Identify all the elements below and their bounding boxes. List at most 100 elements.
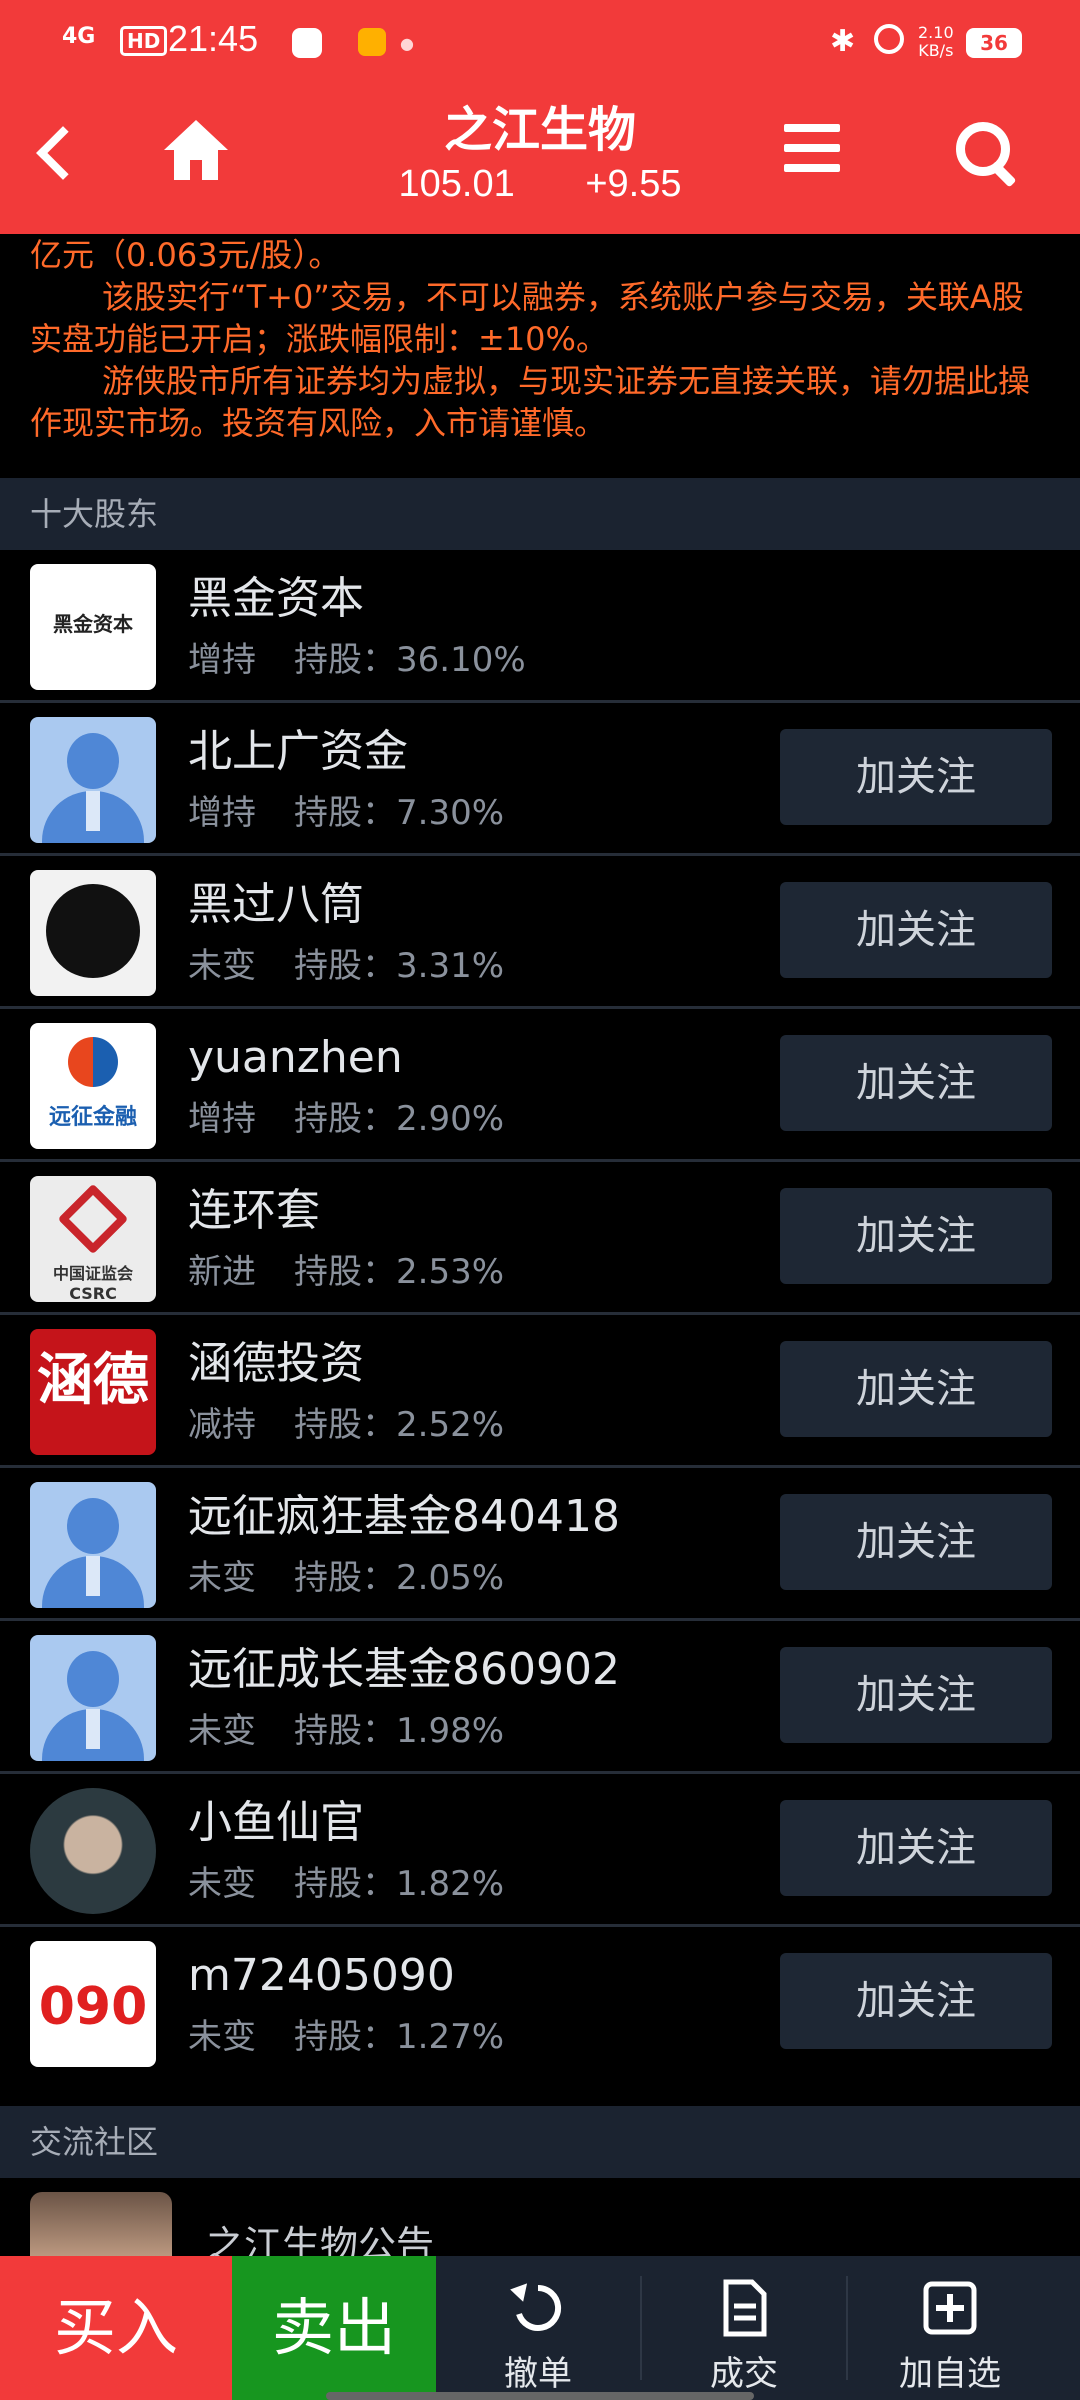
holding-change: 未变 [188,1558,256,1598]
follow-button[interactable]: 加关注 [780,1341,1052,1437]
top-bar: 4G HD 21:45 ● ✱ 2.10 KB/s 36 之江生物 105.01… [0,0,1080,234]
shareholder-row[interactable]: 中国证监会 CSRC 连环套 新进 持股：2.53% 加关注 [0,1162,1080,1315]
yuanzheng-logo-avatar: 远征金融 [30,1023,156,1149]
shareholders-section-header: 十大股东 [0,478,1080,550]
stock-header: 之江生物 105.01 +9.55 [340,100,740,208]
holding-percent: 2.05% [396,1558,505,1598]
battery-indicator: 36 [966,28,1022,58]
follow-button[interactable]: 加关注 [780,1494,1052,1590]
holding-percent: 2.90% [396,1099,505,1139]
notice-line-2: 该股实行“T+0”交易，不可以融券，系统账户参与交易，关联A股实盘功能已开启；涨… [30,278,1024,358]
shareholder-row[interactable]: 远征疯狂基金840418 未变 持股：2.05% 加关注 [0,1468,1080,1621]
holding-percent: 1.82% [396,1864,505,1904]
shareholder-row[interactable]: 远征成长基金860902 未变 持股：1.98% 加关注 [0,1621,1080,1774]
shareholder-list: 黑金资本 黑金资本 增持 持股：36.10% 北上广资金 增持 持股：7.30% 加… [0,550,1080,2080]
holding-change: 未变 [188,2017,256,2057]
shareholder-row[interactable]: 黑过八筒 未变 持股：3.31% 加关注 [0,856,1080,1009]
shareholder-meta: 增持 持股：36.10% [188,640,526,680]
shareholder-meta: 减持 持股：2.52% [188,1405,505,1445]
shareholder-meta: 未变 持股：3.31% [188,946,505,986]
app-notification-icon-2: ● [400,34,414,53]
csrc-logo-avatar: 中国证监会 CSRC [30,1176,156,1302]
holding-change: 新进 [188,1252,256,1292]
buy-button[interactable]: 买入 [0,2256,232,2400]
clock: 21:45 [168,18,259,59]
default-person-avatar [30,1482,156,1608]
holding-change: 增持 [188,640,256,680]
search-icon[interactable] [952,118,1022,188]
default-person-avatar [30,717,156,843]
holding-change: 增持 [188,793,256,833]
shareholder-meta: 未变 持股：1.27% [188,2017,505,2057]
default-person-avatar [30,1635,156,1761]
back-icon[interactable] [28,118,84,188]
shareholder-name: 北上广资金 [188,726,408,777]
heijin-logo-avatar: 黑金资本 [30,564,156,690]
add-box-icon [923,2281,977,2335]
tab-trades[interactable]: 成交 [642,2256,846,2400]
follow-button[interactable]: 加关注 [780,1188,1052,1284]
community-section-header: 交流社区 [0,2106,1080,2178]
network-indicator: 4G [62,24,96,49]
menu-icon[interactable] [784,124,840,180]
tiktok-notification-icon [292,28,322,58]
shareholder-name: 远征疯狂基金840418 [188,1491,620,1542]
holding-percent: 1.27% [396,2017,505,2057]
shareholder-row[interactable]: 090 m72405090 未变 持股：1.27% 加关注 [0,1927,1080,2080]
hande-logo-avatar: 涵德 [30,1329,156,1455]
photo-avatar [30,1788,156,1914]
shareholder-name: 涵德投资 [188,1338,364,1389]
shareholder-name: 连环套 [188,1185,320,1236]
shareholder-row[interactable]: 涵德 涵德投资 减持 持股：2.52% 加关注 [0,1315,1080,1468]
notice-line-1: 亿元（0.063元/股）。 [30,236,341,274]
app-notification-icon [358,28,386,56]
shareholder-meta: 未变 持股：1.82% [188,1864,505,1904]
holding-change: 增持 [188,1099,256,1139]
holding-percent: 36.10% [396,640,526,680]
undo-icon [510,2283,562,2331]
shareholder-meta: 增持 持股：2.90% [188,1099,505,1139]
number-logo-avatar: 090 [30,1941,156,2067]
tab-cancel-order[interactable]: 撤单 [436,2256,640,2400]
shareholder-name: 远征成长基金860902 [188,1644,620,1695]
gesture-home-bar[interactable] [326,2392,754,2400]
follow-button[interactable]: 加关注 [780,1647,1052,1743]
shareholder-name: yuanzhen [188,1032,403,1083]
bottom-action-bar: 买入 卖出 撤单 成交 加自选 [0,2256,1080,2400]
home-icon[interactable] [160,116,232,186]
follow-button[interactable]: 加关注 [780,729,1052,825]
sell-button[interactable]: 卖出 [232,2256,436,2400]
stock-price: 105.01 [398,163,515,205]
follow-button[interactable]: 加关注 [780,1953,1052,2049]
holding-percent: 2.52% [396,1405,505,1445]
holding-percent: 2.53% [396,1252,505,1292]
stock-notice: 亿元（0.063元/股）。 该股实行“T+0”交易，不可以融券，系统账户参与交易… [0,234,1080,478]
holding-percent: 1.98% [396,1711,505,1751]
shareholder-row[interactable]: 黑金资本 黑金资本 增持 持股：36.10% [0,550,1080,703]
holding-change: 未变 [188,946,256,986]
follow-button[interactable]: 加关注 [780,1035,1052,1131]
holding-change: 未变 [188,1864,256,1904]
shareholder-row[interactable]: 北上广资金 增持 持股：7.30% 加关注 [0,703,1080,856]
document-icon [723,2279,767,2337]
community-post[interactable]: 之江生物公告 [0,2178,1080,2272]
shareholder-row[interactable]: 远征金融 yuanzhen 增持 持股：2.90% 加关注 [0,1009,1080,1162]
status-bar: 4G HD 21:45 ● ✱ 2.10 KB/s 36 [0,0,1080,90]
shareholder-meta: 新进 持股：2.53% [188,1252,505,1292]
holding-change: 减持 [188,1405,256,1445]
tab-add-watchlist[interactable]: 加自选 [848,2256,1052,2400]
shareholder-row[interactable]: 小鱼仙官 未变 持股：1.82% 加关注 [0,1774,1080,1927]
hd-badge: HD [120,26,168,56]
holding-percent: 7.30% [396,793,505,833]
shareholder-name: m72405090 [188,1950,455,2001]
follow-button[interactable]: 加关注 [780,882,1052,978]
shareholder-name: 小鱼仙官 [188,1797,364,1848]
bear-avatar [30,870,156,996]
holding-percent: 3.31% [396,946,505,986]
shareholder-meta: 未变 持股：1.98% [188,1711,505,1751]
alarm-icon [874,24,904,54]
shareholder-meta: 增持 持股：7.30% [188,793,505,833]
follow-button[interactable]: 加关注 [780,1800,1052,1896]
shareholder-name: 黑过八筒 [188,879,364,930]
shareholder-name: 黑金资本 [188,573,364,624]
